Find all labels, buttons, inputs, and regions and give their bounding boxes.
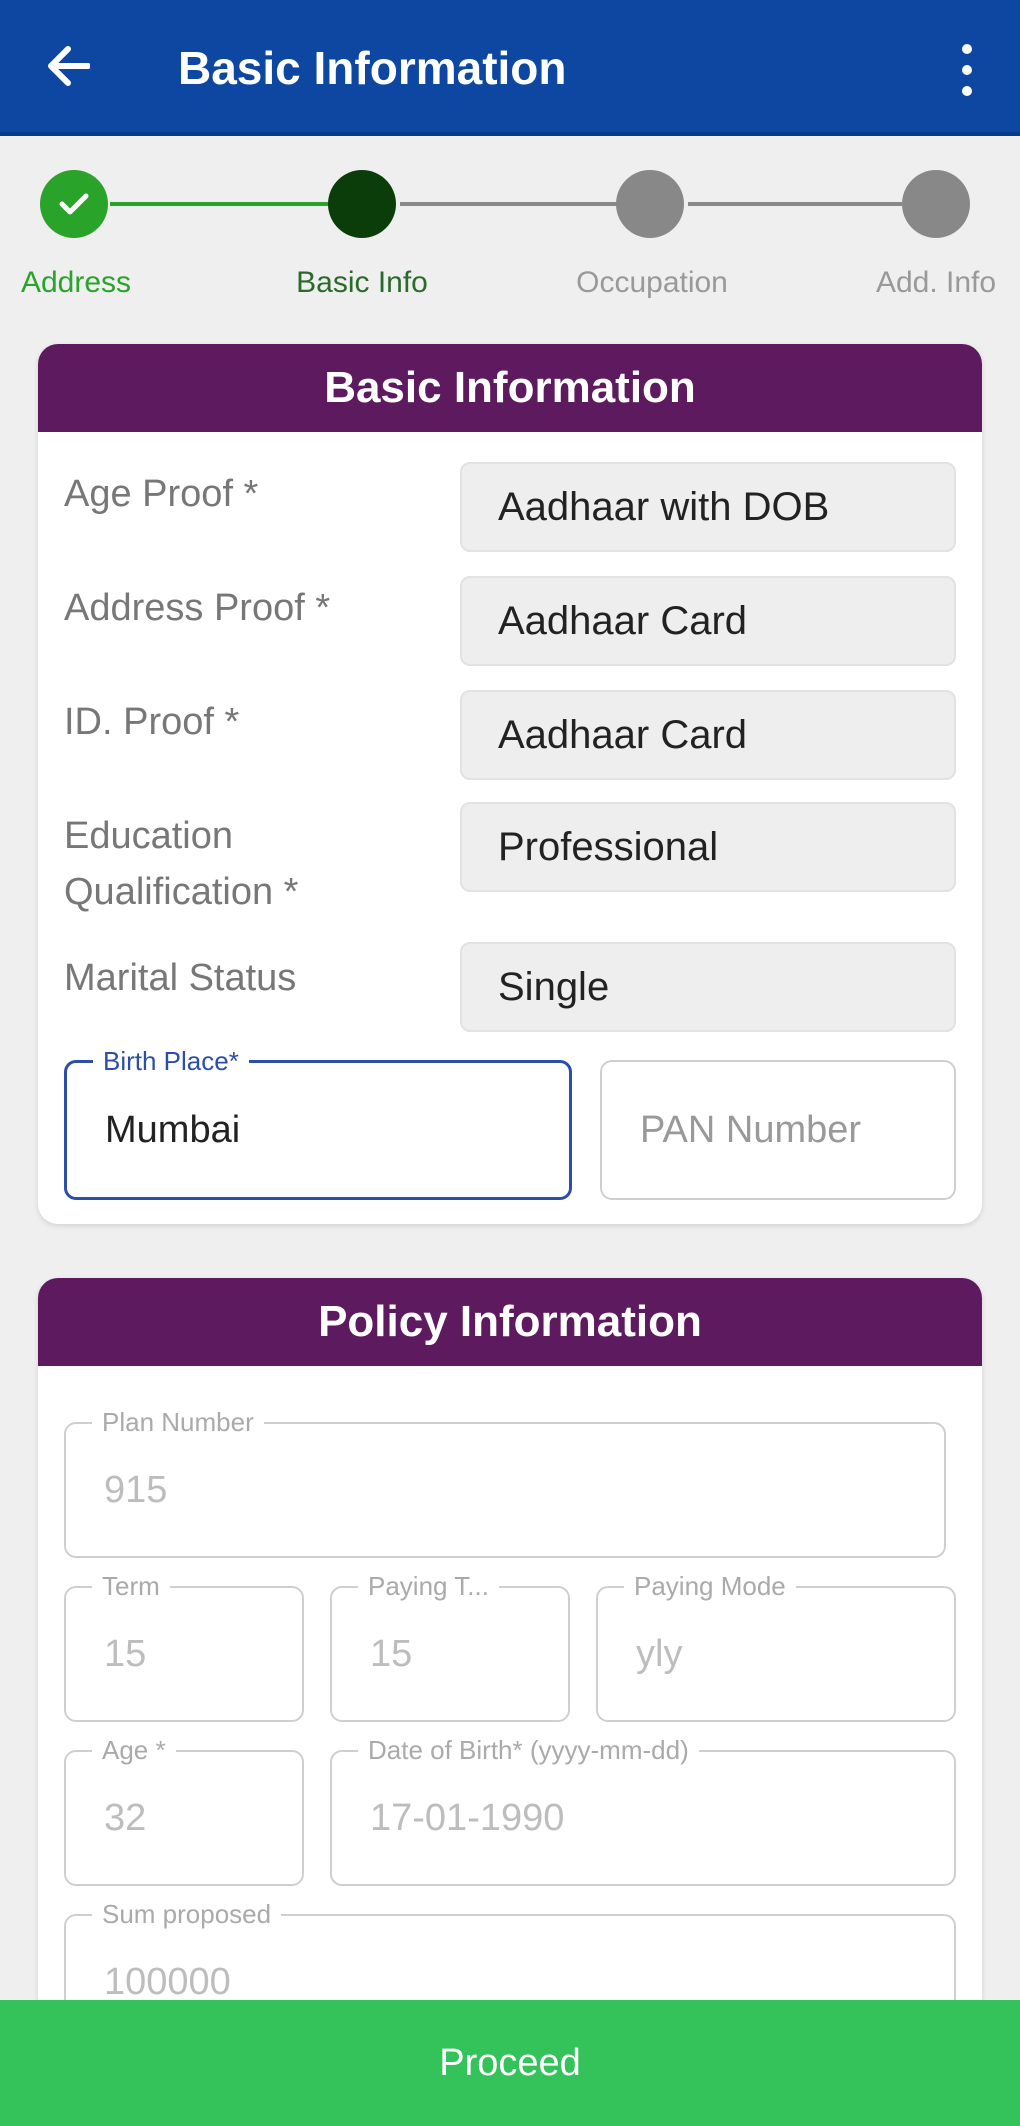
card-header: Policy Information [38, 1278, 982, 1366]
birth-place-value: Mumbai [105, 1108, 241, 1151]
step-add-info-dot[interactable] [902, 170, 970, 238]
plan-number-value: 915 [104, 1468, 168, 1511]
step-connector [688, 202, 902, 206]
paying-mode-field[interactable]: Paying Mode yly [596, 1572, 956, 1722]
paying-term-field[interactable]: Paying T... 15 [330, 1572, 570, 1722]
id-proof-select[interactable]: Aadhaar Card [460, 690, 956, 780]
progress-stepper: Address Basic Info Occupation Add. Info [0, 136, 1020, 306]
education-label-line: Education [64, 815, 234, 857]
step-connector [110, 202, 332, 206]
education-qualification-label: Education Qualification * [64, 808, 298, 920]
arrow-left-icon [48, 46, 90, 86]
basic-information-card: Basic Information Age Proof * Aadhaar wi… [38, 344, 982, 1224]
pan-number-placeholder: PAN Number [640, 1108, 862, 1151]
marital-status-label: Marital Status [64, 957, 297, 999]
age-proof-label: Age Proof * [64, 473, 259, 515]
page-title: Basic Information [178, 42, 567, 94]
qualification-label-line: Qualification * [64, 871, 299, 913]
term-field[interactable]: Term 15 [64, 1572, 304, 1722]
marital-status-select[interactable]: Single [460, 942, 956, 1032]
step-connector [400, 202, 618, 206]
step-label-address: Address [20, 266, 132, 299]
proceed-button[interactable]: Proceed [0, 2000, 1020, 2126]
date-of-birth-field[interactable]: Date of Birth* (yyyy-mm-dd) 17-01-1990 [330, 1736, 956, 1886]
more-vertical-icon[interactable] [952, 44, 982, 96]
education-qualification-select[interactable]: Professional [460, 802, 956, 892]
app-bar: Basic Information [0, 0, 1020, 136]
paying-term-value: 15 [370, 1632, 413, 1675]
step-label-basic-info: Basic Info [296, 266, 428, 299]
pan-number-input[interactable]: PAN Number [600, 1060, 956, 1200]
age-proof-select[interactable]: Aadhaar with DOB [460, 462, 956, 552]
plan-number-field[interactable]: Plan Number 915 [64, 1408, 946, 1558]
back-button[interactable] [40, 36, 96, 96]
age-value: 32 [104, 1796, 147, 1839]
check-icon [59, 193, 89, 215]
step-address-dot[interactable] [40, 170, 108, 238]
step-basic-info-dot[interactable] [328, 170, 396, 238]
paying-mode-value: yly [636, 1632, 683, 1675]
step-label-occupation: Occupation [576, 266, 728, 299]
policy-information-card: Policy Information Plan Number 915 Term … [38, 1278, 982, 2038]
term-value: 15 [104, 1632, 147, 1675]
age-field[interactable]: Age * 32 [64, 1736, 304, 1886]
birth-place-input[interactable]: Birth Place* Mumbai [64, 1047, 572, 1200]
id-proof-label: ID. Proof * [64, 701, 240, 743]
address-proof-label: Address Proof * [64, 587, 331, 629]
date-of-birth-value: 17-01-1990 [370, 1796, 565, 1839]
address-proof-select[interactable]: Aadhaar Card [460, 576, 956, 666]
card-header: Basic Information [38, 344, 982, 432]
step-occupation-dot[interactable] [616, 170, 684, 238]
step-label-add-info: Add. Info [875, 266, 997, 299]
